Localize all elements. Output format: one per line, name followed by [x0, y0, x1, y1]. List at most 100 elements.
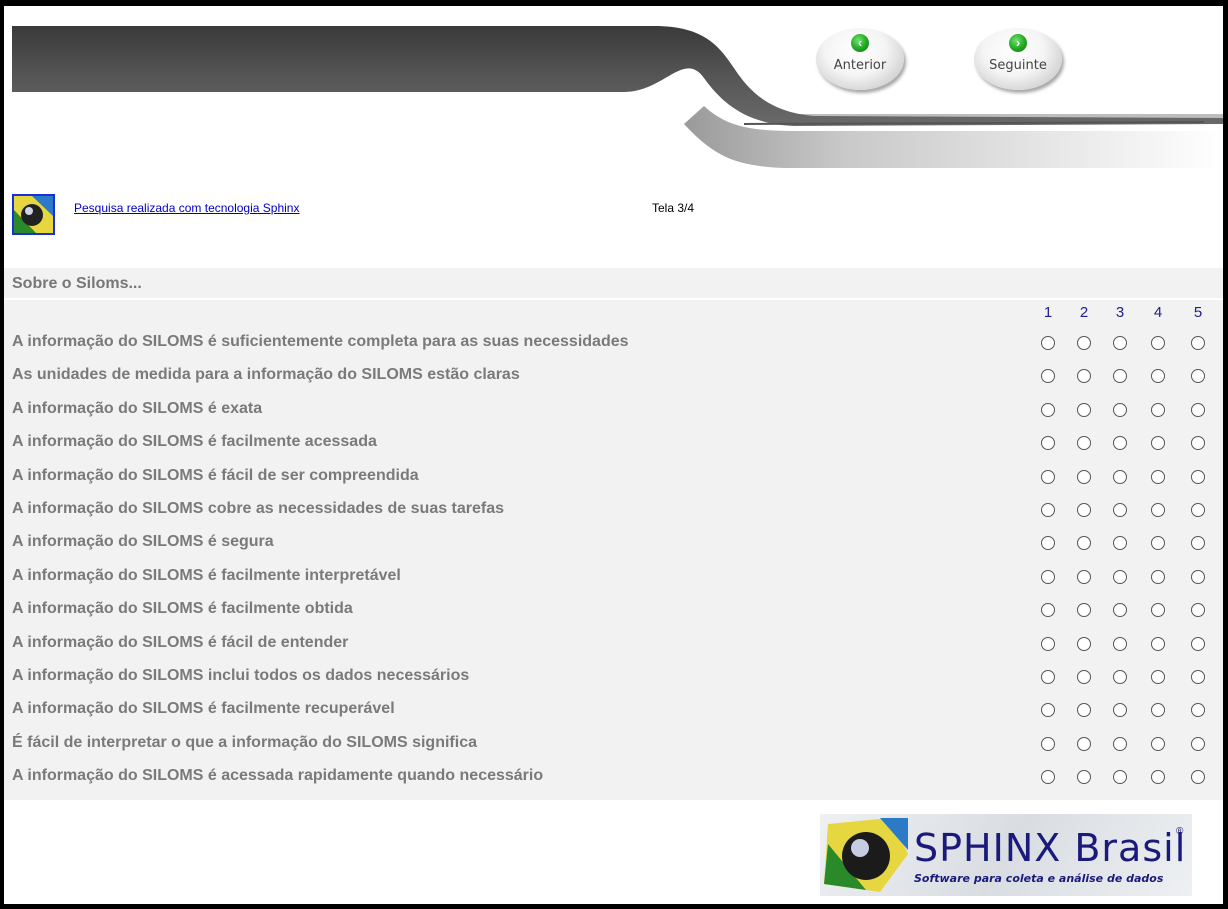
rating-radio-2[interactable] [1077, 703, 1091, 718]
rating-radio-2[interactable] [1077, 369, 1091, 384]
rating-radio-5[interactable] [1191, 636, 1205, 651]
scale-header-5: 5 [1193, 304, 1203, 321]
rating-radio-3[interactable] [1113, 603, 1127, 618]
rating-radio-1[interactable] [1041, 336, 1055, 350]
rating-radio-1[interactable] [1041, 436, 1055, 451]
rating-radio-3[interactable] [1113, 670, 1127, 684]
rating-radio-4[interactable] [1151, 402, 1165, 417]
rating-radio-2[interactable] [1077, 670, 1091, 684]
rating-radio-2[interactable] [1077, 770, 1091, 785]
rating-radio-5[interactable] [1191, 536, 1205, 551]
next-button[interactable]: › Seguinte [974, 22, 1066, 92]
question-row: A informação do SILOMS cobre as necessid… [4, 494, 1223, 527]
rating-radio-1[interactable] [1041, 469, 1055, 484]
rating-radio-5[interactable] [1191, 503, 1205, 517]
question-row: A informação do SILOMS inclui todos os d… [4, 661, 1223, 694]
rating-radio-4[interactable] [1151, 736, 1165, 751]
previous-button-label: Anterior [833, 58, 887, 73]
rating-radio-2[interactable] [1077, 402, 1091, 417]
rating-radio-2[interactable] [1077, 603, 1091, 618]
rating-radio-3[interactable] [1113, 369, 1127, 384]
question-row: A informação do SILOMS é facilmente aces… [4, 427, 1223, 460]
rating-radio-5[interactable] [1191, 670, 1205, 684]
rating-radio-1[interactable] [1041, 703, 1055, 718]
rating-radio-3[interactable] [1113, 503, 1127, 517]
rating-radio-5[interactable] [1191, 402, 1205, 417]
rating-radio-5[interactable] [1191, 369, 1205, 384]
question-text: A informação do SILOMS é facilmente inte… [12, 566, 401, 584]
rating-radio-3[interactable] [1113, 569, 1127, 584]
question-text: A informação do SILOMS cobre as necessid… [12, 500, 505, 517]
rating-radio-1[interactable] [1041, 369, 1055, 384]
question-text: A informação do SILOMS é facilmente recu… [12, 700, 395, 718]
rating-radio-2[interactable] [1077, 436, 1091, 451]
rating-radio-3[interactable] [1113, 636, 1127, 651]
rating-radio-2[interactable] [1077, 336, 1091, 350]
rating-radio-5[interactable] [1191, 569, 1205, 584]
question-row: A informação do SILOMS é facilmente obti… [4, 594, 1223, 627]
rating-radio-4[interactable] [1151, 770, 1165, 785]
rating-radio-1[interactable] [1041, 569, 1055, 584]
rating-radio-4[interactable] [1151, 670, 1165, 684]
rating-radio-3[interactable] [1113, 436, 1127, 451]
question-text: A informação do SILOMS é segura [12, 533, 274, 551]
rating-radio-5[interactable] [1191, 603, 1205, 618]
rating-radio-2[interactable] [1077, 569, 1091, 584]
question-text: A informação do SILOMS é exata [12, 399, 263, 417]
rating-radio-1[interactable] [1041, 603, 1055, 618]
rating-radio-2[interactable] [1077, 636, 1091, 651]
section-title: Sobre o Siloms... [12, 275, 142, 292]
rating-radio-3[interactable] [1113, 703, 1127, 718]
rating-radio-5[interactable] [1191, 770, 1205, 785]
question-text: A informação do SILOMS inclui todos os d… [12, 667, 470, 684]
rating-radio-5[interactable] [1191, 469, 1205, 484]
rating-radio-2[interactable] [1077, 469, 1091, 484]
rating-radio-5[interactable] [1191, 336, 1205, 350]
rating-radio-4[interactable] [1151, 369, 1165, 384]
question-text: A informação do SILOMS é suficientemente… [12, 333, 629, 350]
rating-radio-1[interactable] [1041, 770, 1055, 785]
rating-radio-5[interactable] [1191, 736, 1205, 751]
sphinx-logo-icon[interactable] [12, 194, 55, 235]
rating-radio-4[interactable] [1151, 436, 1165, 451]
brand-tagline: Software para coleta e análise de dados [914, 872, 1164, 885]
rating-radio-4[interactable] [1151, 569, 1165, 584]
rating-radio-4[interactable] [1151, 603, 1165, 618]
rating-radio-1[interactable] [1041, 503, 1055, 517]
rating-radio-2[interactable] [1077, 736, 1091, 751]
rating-radio-1[interactable] [1041, 536, 1055, 551]
question-row: As unidades de medida para a informação … [4, 360, 1223, 393]
rating-radio-5[interactable] [1191, 703, 1205, 718]
sphinx-brasil-logo: SPHINX Brasil ® Software para coleta e a… [820, 814, 1192, 896]
rating-radio-4[interactable] [1151, 336, 1165, 350]
question-text: A informação do SILOMS é facilmente aces… [12, 433, 377, 451]
rating-radio-4[interactable] [1151, 503, 1165, 517]
rating-radio-3[interactable] [1113, 469, 1127, 484]
rating-radio-1[interactable] [1041, 736, 1055, 751]
rating-radio-3[interactable] [1113, 336, 1127, 350]
question-text: A informação do SILOMS é facilmente obti… [12, 600, 353, 618]
rating-radio-4[interactable] [1151, 536, 1165, 551]
rating-radio-3[interactable] [1113, 402, 1127, 417]
rating-radio-2[interactable] [1077, 503, 1091, 517]
question-text: As unidades de medida para a informação … [12, 366, 520, 384]
rating-radio-5[interactable] [1191, 436, 1205, 451]
question-row: A informação do SILOMS é fácil de ser co… [4, 461, 1223, 494]
question-row: A informação do SILOMS é fácil de entend… [4, 628, 1223, 661]
sphinx-link[interactable]: Pesquisa realizada com tecnologia Sphinx [74, 201, 299, 215]
rating-radio-1[interactable] [1041, 402, 1055, 417]
question-row: A informação do SILOMS é acessada rapida… [4, 761, 1223, 794]
rating-radio-4[interactable] [1151, 469, 1165, 484]
rating-radio-4[interactable] [1151, 703, 1165, 718]
survey-page: ‹ Anterior › Seguinte Pesquisa realizada… [4, 6, 1223, 904]
previous-button[interactable]: ‹ Anterior [816, 22, 908, 92]
rating-radio-3[interactable] [1113, 736, 1127, 751]
scale-header-4: 4 [1153, 304, 1163, 321]
rating-radio-3[interactable] [1113, 536, 1127, 551]
rating-radio-1[interactable] [1041, 636, 1055, 651]
rating-radio-4[interactable] [1151, 636, 1165, 651]
question-row: A informação do SILOMS é exata [4, 394, 1223, 427]
rating-radio-2[interactable] [1077, 536, 1091, 551]
rating-radio-3[interactable] [1113, 770, 1127, 785]
rating-radio-1[interactable] [1041, 670, 1055, 684]
